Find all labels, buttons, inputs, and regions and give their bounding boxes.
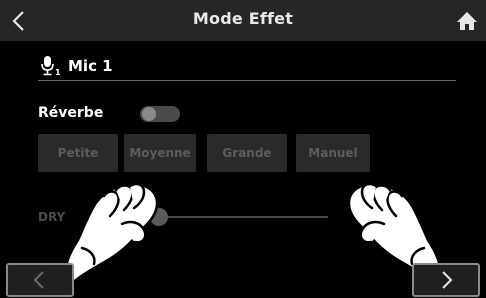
channel-label: 1 Mic 1 (40, 54, 113, 78)
chevron-right-icon (442, 271, 453, 289)
type-button-petite[interactable]: Petite (38, 134, 118, 172)
reverb-label: Réverbe (38, 105, 104, 121)
type-button-moyenne[interactable]: Moyenne (124, 134, 196, 172)
microphone-icon: 1 (41, 56, 61, 77)
home-icon[interactable] (456, 10, 478, 32)
type-button-manuel[interactable]: Manuel (296, 134, 370, 172)
type-button-grande[interactable]: Grande (207, 134, 287, 172)
top-bar: Mode Effet (0, 0, 486, 41)
chevron-left-icon (33, 271, 44, 289)
page-title: Mode Effet (192, 9, 294, 28)
channel-name: Mic 1 (68, 57, 113, 75)
toggle-knob (142, 107, 156, 121)
next-page-button[interactable] (412, 263, 480, 297)
prev-page-button[interactable] (6, 263, 74, 297)
reverb-toggle[interactable] (140, 106, 180, 122)
mix-slider-track[interactable] (158, 216, 328, 218)
divider (38, 80, 456, 81)
channel-index: 1 (55, 68, 61, 77)
